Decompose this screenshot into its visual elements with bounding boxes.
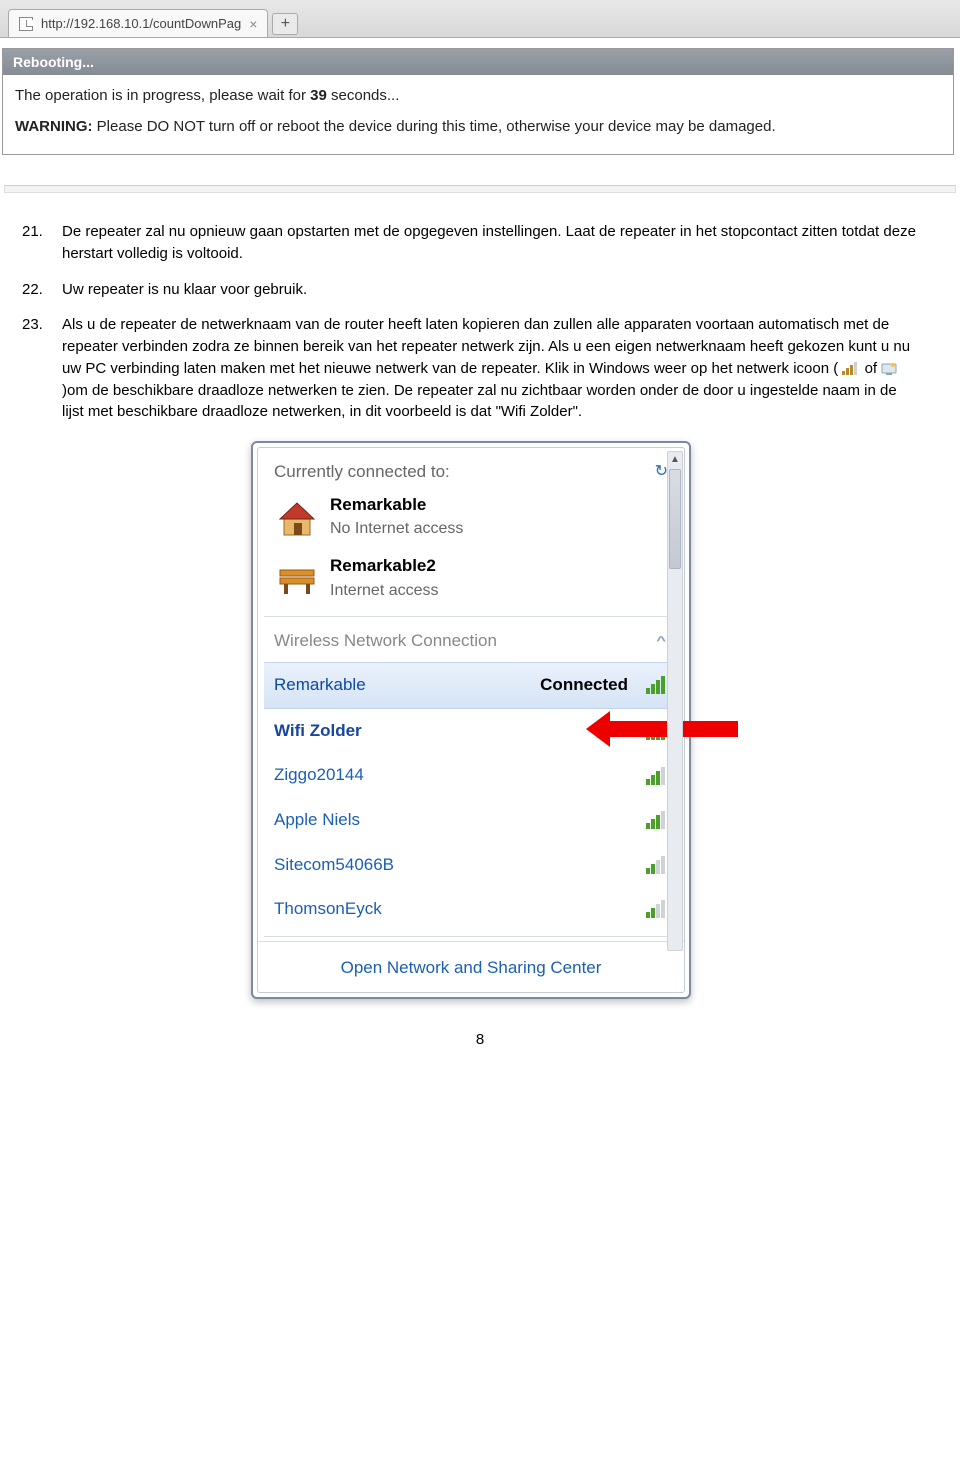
signal-icon [646,900,666,918]
wifi-popup-figure: Currently connected to: ↻ Remarkable No … [22,441,920,999]
chevron-up-icon: ^ [656,633,666,650]
conn-subtext: No Internet access [330,517,463,540]
item-text-a: Als u de repeater de netwerknaam van de … [62,316,910,377]
browser-tab[interactable]: http://192.168.10.1/countDownPag × [8,9,268,37]
conn-name: Remarkable2 [330,554,439,579]
refresh-icon[interactable]: ↻ [655,460,668,483]
tab-title: http://192.168.10.1/countDownPag [41,16,241,31]
reboot-body: The operation is in progress, please wai… [3,75,953,154]
network-row-remarkable[interactable]: Remarkable Connected [264,662,678,709]
tray-monitor-icon [881,361,899,377]
reboot-text-b: seconds... [327,87,400,104]
item-number: 22. [22,279,62,301]
list-item-21: 21. De repeater zal nu opnieuw gaan opst… [22,221,920,265]
reboot-seconds: 39 [310,87,327,104]
current-connection-1[interactable]: Remarkable No Internet access [264,489,678,551]
reboot-text-a: The operation is in progress, please wai… [15,87,310,104]
item-text: Als u de repeater de netwerknaam van de … [62,314,920,423]
reboot-title: Rebooting... [3,49,953,75]
open-network-center-link[interactable]: Open Network and Sharing Center [258,941,684,993]
divider [264,616,678,617]
house-icon [274,495,320,539]
current-connection-2[interactable]: Remarkable2 Internet access [264,550,678,612]
wifi-popup: Currently connected to: ↻ Remarkable No … [257,447,685,993]
signal-icon [646,767,666,785]
section-label: Wireless Network Connection [274,629,497,654]
open-link-text: Open Network and Sharing Center [341,958,602,977]
network-row-apple-niels[interactable]: Apple Niels [264,798,678,843]
connected-label: Connected [540,673,628,698]
network-row-wifi-zolder[interactable]: Wifi Zolder [264,709,678,754]
scroll-up-icon[interactable]: ▲ [668,452,682,468]
signal-icon [646,856,666,874]
plus-icon: + [281,15,290,33]
tray-signal-icon [842,361,860,376]
document-body: 21. De repeater zal nu opnieuw gaan opst… [0,203,960,1009]
tab-close-icon[interactable]: × [249,16,257,32]
item-text: De repeater zal nu opnieuw gaan opstarte… [62,221,920,265]
network-name: ThomsonEyck [274,897,382,922]
warning-label: WARNING: [15,118,93,135]
item-text: Uw repeater is nu klaar voor gebruik. [62,279,920,301]
conn-subtext: Internet access [330,579,439,602]
wireless-section-header[interactable]: Wireless Network Connection ^ [264,621,678,662]
list-item-22: 22. Uw repeater is nu klaar voor gebruik… [22,279,920,301]
network-row-sitecom[interactable]: Sitecom54066B [264,843,678,888]
bench-icon [274,556,320,600]
signal-icon [646,811,666,829]
reboot-progress-line: The operation is in progress, please wai… [15,85,941,108]
network-row-thomson[interactable]: ThomsonEyck [264,887,678,932]
network-row-ziggo[interactable]: Ziggo20144 [264,753,678,798]
conn-name: Remarkable [330,493,463,518]
network-name: Wifi Zolder [274,719,362,744]
progress-bar-placeholder [4,185,956,193]
scroll-thumb[interactable] [669,469,681,569]
reboot-panel: Rebooting... The operation is in progres… [2,48,954,155]
list-item-23: 23. Als u de repeater de netwerknaam van… [22,314,920,423]
item-number: 21. [22,221,62,265]
item-number: 23. [22,314,62,423]
page-icon [19,17,33,31]
network-name: Ziggo20144 [274,763,364,788]
network-name: Remarkable [274,673,366,698]
warning-text: Please DO NOT turn off or reboot the dev… [93,118,776,135]
popup-header: Currently connected to: ↻ [264,454,678,489]
of-word: of [865,360,882,377]
signal-icon [646,676,666,694]
reboot-warning-line: WARNING: Please DO NOT turn off or reboo… [15,116,941,139]
network-name: Sitecom54066B [274,853,394,878]
page-number: 8 [0,1009,960,1078]
item-text-b: )om de beschikbare draadloze netwerken t… [62,382,897,421]
scrollbar[interactable]: ▲ [667,451,683,951]
browser-tab-bar: http://192.168.10.1/countDownPag × + [0,0,960,38]
new-tab-button[interactable]: + [272,13,298,35]
divider [264,936,678,937]
network-name: Apple Niels [274,808,360,833]
popup-header-text: Currently connected to: [274,460,450,485]
